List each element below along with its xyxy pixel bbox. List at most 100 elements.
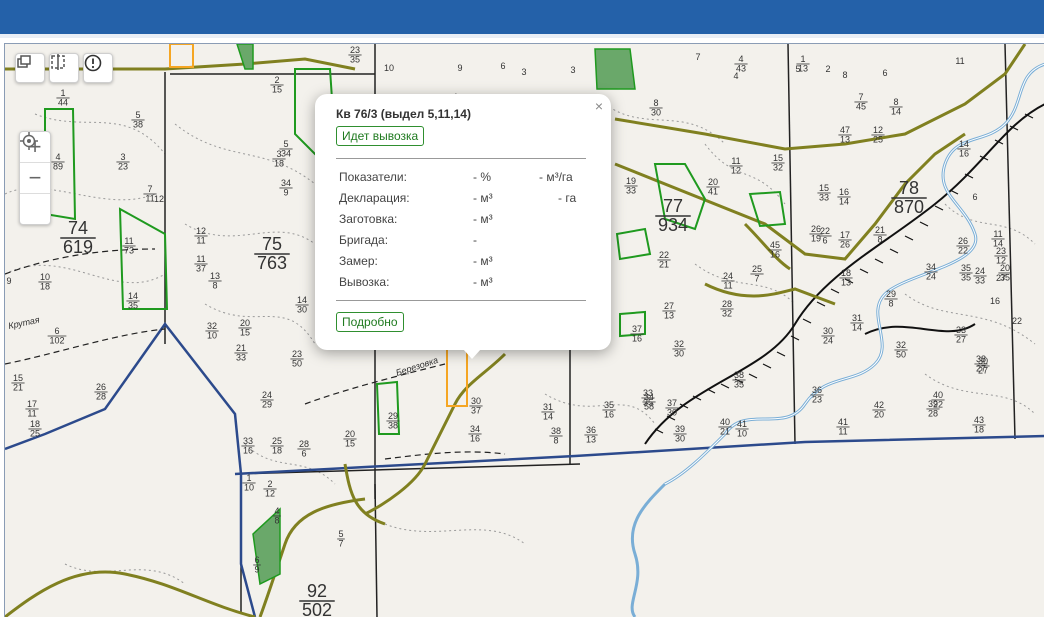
plot-label-bottom: 89 xyxy=(53,161,63,171)
contour-number: 4 xyxy=(733,71,738,81)
plot-label-bottom: 12 xyxy=(731,165,741,175)
plot-label-bottom: 32 xyxy=(773,162,783,172)
header-divider xyxy=(0,34,1044,38)
plot-label-bottom: 6 xyxy=(822,235,827,245)
plot-label-bottom: 13 xyxy=(840,134,850,144)
plot-label-bottom: 33 xyxy=(819,192,829,202)
plot-label-bottom: 32 xyxy=(722,308,732,318)
plot-label-bottom: 30 xyxy=(675,433,685,443)
plot-label-bottom: 15 xyxy=(240,327,250,337)
plot-label-bottom: 12 xyxy=(265,488,275,498)
contour-number: 9 xyxy=(457,63,462,73)
quarter-label-bottom: 502 xyxy=(302,600,332,617)
plot-label-bottom: 10 xyxy=(737,428,747,438)
plot-label-bottom: 35 xyxy=(350,54,360,64)
plot-label-bottom: 34 xyxy=(281,148,291,158)
row-harvesting: Заготовка: - м³ xyxy=(339,212,579,228)
plot-label-bottom: 20 xyxy=(874,409,884,419)
plot-label-bottom: 9 xyxy=(254,564,259,574)
plot-label-bottom: 16 xyxy=(632,333,642,343)
row-value-1: - xyxy=(473,233,477,247)
plot-label-bottom: 9 xyxy=(283,187,288,197)
row-value-1: - м³ xyxy=(473,212,493,226)
plot-label-bottom: 27 xyxy=(978,365,988,375)
plot-label-bottom: 11 xyxy=(196,235,205,245)
contour-number: 22 xyxy=(1012,316,1022,326)
plot-label-bottom: 37 xyxy=(196,263,206,273)
quarter-label-bottom: 619 xyxy=(63,237,93,257)
plot-label-bottom: 30 xyxy=(651,107,661,117)
locate-button[interactable] xyxy=(20,132,50,224)
plot-label-bottom: 21 xyxy=(720,426,730,436)
rivers xyxy=(630,62,1044,617)
alert-circle-icon xyxy=(84,54,102,72)
contour-number: 3 xyxy=(570,65,575,75)
plot-label-bottom: 8 xyxy=(274,515,279,525)
plot-label-bottom: 18 xyxy=(274,158,284,168)
plot-label-bottom: 24 xyxy=(823,335,833,345)
plot-label-bottom: 41 xyxy=(708,186,718,196)
popup-divider-bottom xyxy=(336,300,586,301)
contour-number: 10 xyxy=(384,63,394,73)
plot-label-bottom: 14 xyxy=(839,196,849,206)
plot-label-bottom: 8 xyxy=(553,435,558,445)
quarter-label-top: 75 xyxy=(262,234,282,254)
plot-label-bottom: 16 xyxy=(770,249,780,259)
plot-label-bottom: 21 xyxy=(13,382,23,392)
plot-label-top: 9 xyxy=(6,276,11,286)
plot-label-bottom: 33 xyxy=(975,275,985,285)
locate-icon xyxy=(20,132,38,150)
plot-label-bottom: 33 xyxy=(236,352,246,362)
plot-label-bottom: 35 xyxy=(128,300,138,310)
popup-title: Кв 76/3 (выдел 5,11,14) xyxy=(336,107,471,121)
plot-label-bottom: 14 xyxy=(543,411,553,421)
plot-label-bottom: 25 xyxy=(873,134,883,144)
row-value-1: - м³ xyxy=(473,191,493,205)
app-header-bar xyxy=(0,0,1044,34)
quarter-label-top: 78 xyxy=(899,178,919,198)
row-value-1: - м³ xyxy=(473,275,493,289)
layers-button[interactable] xyxy=(15,53,45,83)
plot-label-bottom: 11 xyxy=(723,280,732,290)
plot-label-bottom: 14 xyxy=(852,322,862,332)
plot-label-bottom: 26 xyxy=(840,239,850,249)
plot-info-popup: × Кв 76/3 (выдел 5,11,14) Идет вывозка П… xyxy=(315,94,611,359)
plot-label-bottom: 14 xyxy=(891,106,901,116)
plot-label-bottom: 13 xyxy=(586,434,596,444)
popup-close-button[interactable]: × xyxy=(595,98,603,114)
contour-number: 2 xyxy=(825,64,830,74)
plot-label-bottom: 11 xyxy=(27,408,36,418)
plot-label-bottom: 50 xyxy=(292,358,302,368)
plot-label-bottom: 16 xyxy=(243,445,253,455)
contour-number: 6 xyxy=(882,68,887,78)
quarter-label-top: 74 xyxy=(68,218,88,238)
quarter-label-bottom: 763 xyxy=(257,253,287,273)
contour-number: 11 xyxy=(955,56,964,66)
info-button[interactable] xyxy=(83,53,113,83)
contour-number: 5 xyxy=(795,64,800,74)
row-label: Бригада: xyxy=(339,233,389,247)
plot-label-bottom: 45 xyxy=(856,101,866,111)
road-label-berezovka: Березовка xyxy=(395,355,440,378)
split-view-button[interactable] xyxy=(49,53,79,83)
contour-number: 6 xyxy=(972,192,977,202)
status-button[interactable]: Идет вывозка xyxy=(336,126,425,146)
road-label-krutaya: Крутая xyxy=(7,315,40,331)
row-value-1: - м³ xyxy=(473,254,493,268)
plot-label-bottom: 58 xyxy=(644,401,654,411)
plot-label-bottom: 38 xyxy=(133,119,143,129)
quarter-label-top: 92 xyxy=(307,581,327,601)
row-label: Замер: xyxy=(339,254,378,268)
plot-label-bottom: 13 xyxy=(841,277,851,287)
plot-label-bottom: 18 xyxy=(272,445,282,455)
contour-number: 6 xyxy=(500,61,505,71)
plot-label-bottom: 35 xyxy=(961,272,971,282)
zoom-out-button[interactable]: − xyxy=(20,162,50,193)
contour-number: 7 xyxy=(695,52,700,62)
plot-label-bottom: 11 xyxy=(838,426,847,436)
split-view-icon xyxy=(51,54,65,70)
plot-label-bottom: 15 xyxy=(345,438,355,448)
details-button[interactable]: Подробно xyxy=(336,312,404,332)
row-export: Вывозка: - м³ xyxy=(339,275,579,291)
plot-label-bottom: 29 xyxy=(262,399,272,409)
